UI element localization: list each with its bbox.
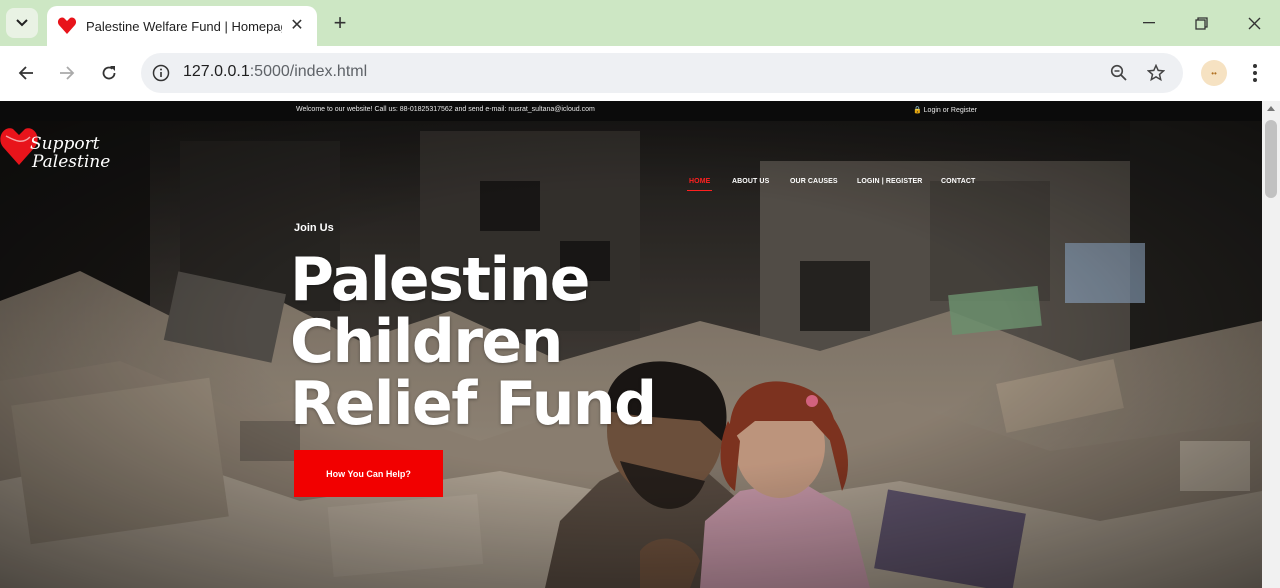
nav-home-underline: [687, 190, 712, 191]
hero-section: Support Palestine HOME ABOUT US OUR CAUS…: [0, 121, 1262, 588]
welcome-text: Welcome to our website! Call us: 88-0182…: [296, 106, 595, 113]
headline-line-2: Children: [290, 307, 563, 377]
scroll-thumb[interactable]: [1265, 120, 1277, 198]
tab-search-button[interactable]: [6, 8, 38, 38]
minimize-icon: [1143, 22, 1155, 24]
support-palestine-logo[interactable]: Support Palestine: [0, 121, 116, 173]
svg-text:Support: Support: [30, 134, 100, 154]
nav-login-register[interactable]: LOGIN | REGISTER: [857, 178, 922, 185]
chevron-down-icon: [16, 19, 28, 27]
nav-contact[interactable]: CONTACT: [941, 178, 975, 185]
nav-our-causes[interactable]: OUR CAUSES: [790, 178, 838, 185]
restore-button[interactable]: [1190, 12, 1212, 34]
scroll-up-icon[interactable]: [1267, 106, 1275, 111]
hero-kicker: Join Us: [294, 222, 334, 234]
back-button[interactable]: [12, 59, 40, 87]
nav-home[interactable]: HOME: [689, 178, 710, 185]
window-close-icon: [1248, 17, 1260, 29]
address-bar[interactable]: 127.0.0.1:5000/index.html: [141, 53, 1183, 93]
forward-icon: [60, 66, 75, 80]
nav-about-us[interactable]: ABOUT US: [732, 178, 769, 185]
url-host: 127.0.0.1: [183, 63, 250, 80]
active-tab[interactable]: Palestine Welfare Fund | Homepage ✕: [47, 6, 317, 46]
tab-strip: Palestine Welfare Fund | Homepage ✕ +: [0, 0, 1280, 46]
headline-line-1: Palestine: [290, 245, 590, 315]
page-scrollbar[interactable]: [1262, 101, 1280, 588]
url-text: 127.0.0.1:5000/index.html: [183, 63, 367, 81]
heart-favicon-icon: [57, 17, 77, 34]
minimize-button[interactable]: [1138, 12, 1160, 34]
back-icon: [18, 66, 33, 80]
browser-toolbar: 127.0.0.1:5000/index.html ••: [0, 46, 1280, 101]
reload-icon: [102, 66, 116, 80]
info-icon[interactable]: [149, 61, 173, 85]
zoom-icon[interactable]: [1107, 61, 1131, 85]
reload-button[interactable]: [95, 59, 123, 87]
top-info-bar: Welcome to our website! Call us: 88-0182…: [0, 101, 1262, 121]
plus-icon: +: [333, 10, 347, 35]
login-register-link[interactable]: 🔒 Login or Register: [913, 106, 977, 114]
how-you-can-help-button[interactable]: How You Can Help?: [294, 450, 443, 497]
page-viewport: Welcome to our website! Call us: 88-0182…: [0, 101, 1262, 588]
new-tab-button[interactable]: +: [328, 10, 352, 35]
close-icon[interactable]: ✕: [289, 17, 305, 34]
tab-title: Palestine Welfare Fund | Homepage: [86, 18, 282, 34]
close-window-button[interactable]: [1243, 12, 1265, 34]
svg-text:Palestine: Palestine: [31, 152, 110, 172]
star-icon[interactable]: [1144, 61, 1168, 85]
menu-icon[interactable]: [1243, 60, 1267, 86]
headline-line-3: Relief Fund: [290, 369, 657, 439]
restore-icon: [1194, 16, 1208, 30]
profile-icon[interactable]: ••: [1201, 60, 1227, 86]
hero-headline: Palestine Children Relief Fund: [290, 249, 710, 435]
url-path: :5000/index.html: [249, 63, 368, 80]
forward-button[interactable]: [53, 59, 81, 87]
